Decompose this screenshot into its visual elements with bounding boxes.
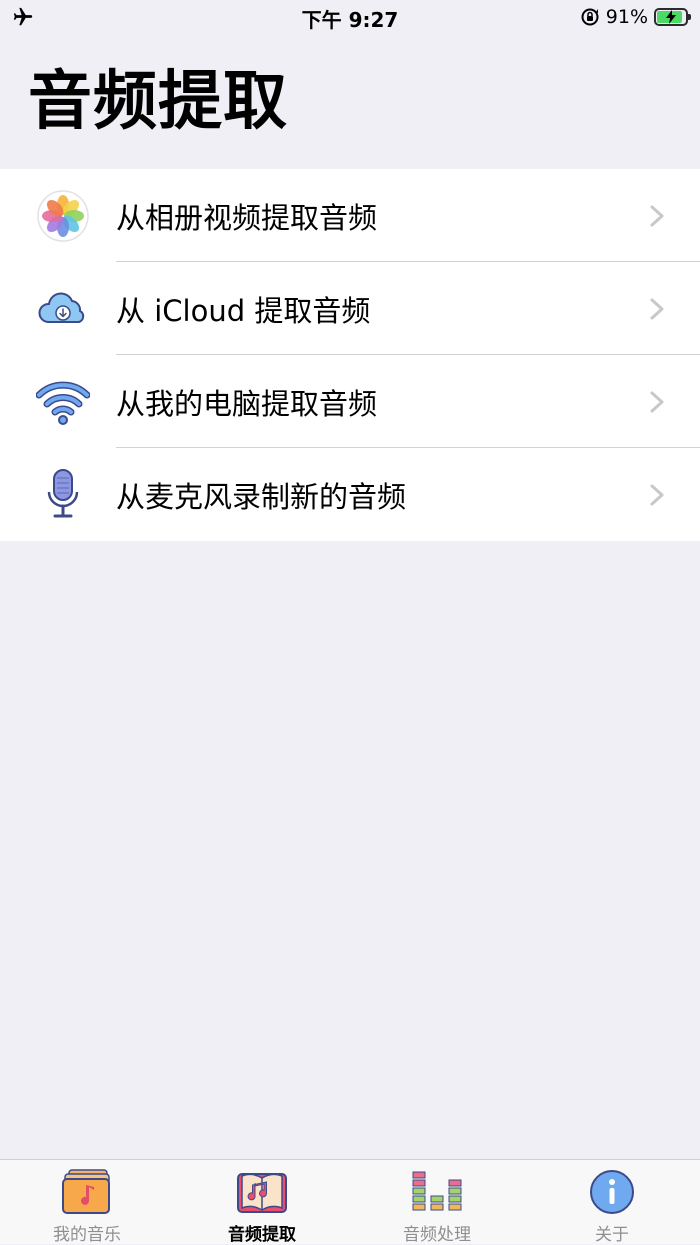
cloud-download-icon [38,292,85,323]
list-item-label: 从相册视频提取音频 [116,200,378,235]
tab-label: 音频提取 [228,1225,296,1245]
photos-flower-icon [37,190,89,242]
tab-my-music[interactable]: 我的音乐 [17,1168,157,1245]
equalizer-icon [412,1171,462,1211]
chevron-right-icon [650,205,664,227]
battery-percent: 91% [605,6,648,28]
tab-label: 音频处理 [403,1225,471,1245]
list-item-label: 从麦克风录制新的音频 [116,479,407,514]
music-book-icon [237,1173,287,1213]
rotation-lock-icon [581,8,599,26]
list-item-computer[interactable]: 从我的电脑提取音频 [0,355,700,448]
tab-audio-processing[interactable]: 音频处理 [367,1168,507,1245]
list-item-label: 从 iCloud 提取音频 [116,293,371,328]
source-list: 从相册视频提取音频 从 iCloud 提取音频 从我的电脑提取音频 从麦克风录制… [0,169,700,541]
tab-label: 我的音乐 [53,1225,121,1245]
tab-label: 关于 [595,1225,629,1245]
list-item-photo-video[interactable]: 从相册视频提取音频 [0,169,700,262]
info-icon [590,1170,634,1214]
list-item-icloud[interactable]: 从 iCloud 提取音频 [0,262,700,355]
list-item-microphone[interactable]: 从麦克风录制新的音频 [0,448,700,541]
tab-audio-extract[interactable]: 音频提取 [192,1168,332,1245]
status-bar: 下午 9:27 91% [0,0,700,36]
page-title: 音频提取 [28,65,288,139]
chevron-right-icon [650,391,664,413]
chevron-right-icon [650,298,664,320]
chevron-right-icon [650,484,664,506]
music-folder-icon [62,1169,110,1214]
battery-charging-icon [654,8,691,26]
list-item-label: 从我的电脑提取音频 [116,386,378,421]
wifi-icon [36,381,90,425]
tab-bar: 我的音乐 音频提取 音频处理 关于 [0,1159,700,1245]
status-right: 91% [580,4,691,30]
microphone-icon [47,469,79,518]
tab-about[interactable]: 关于 [542,1168,682,1245]
